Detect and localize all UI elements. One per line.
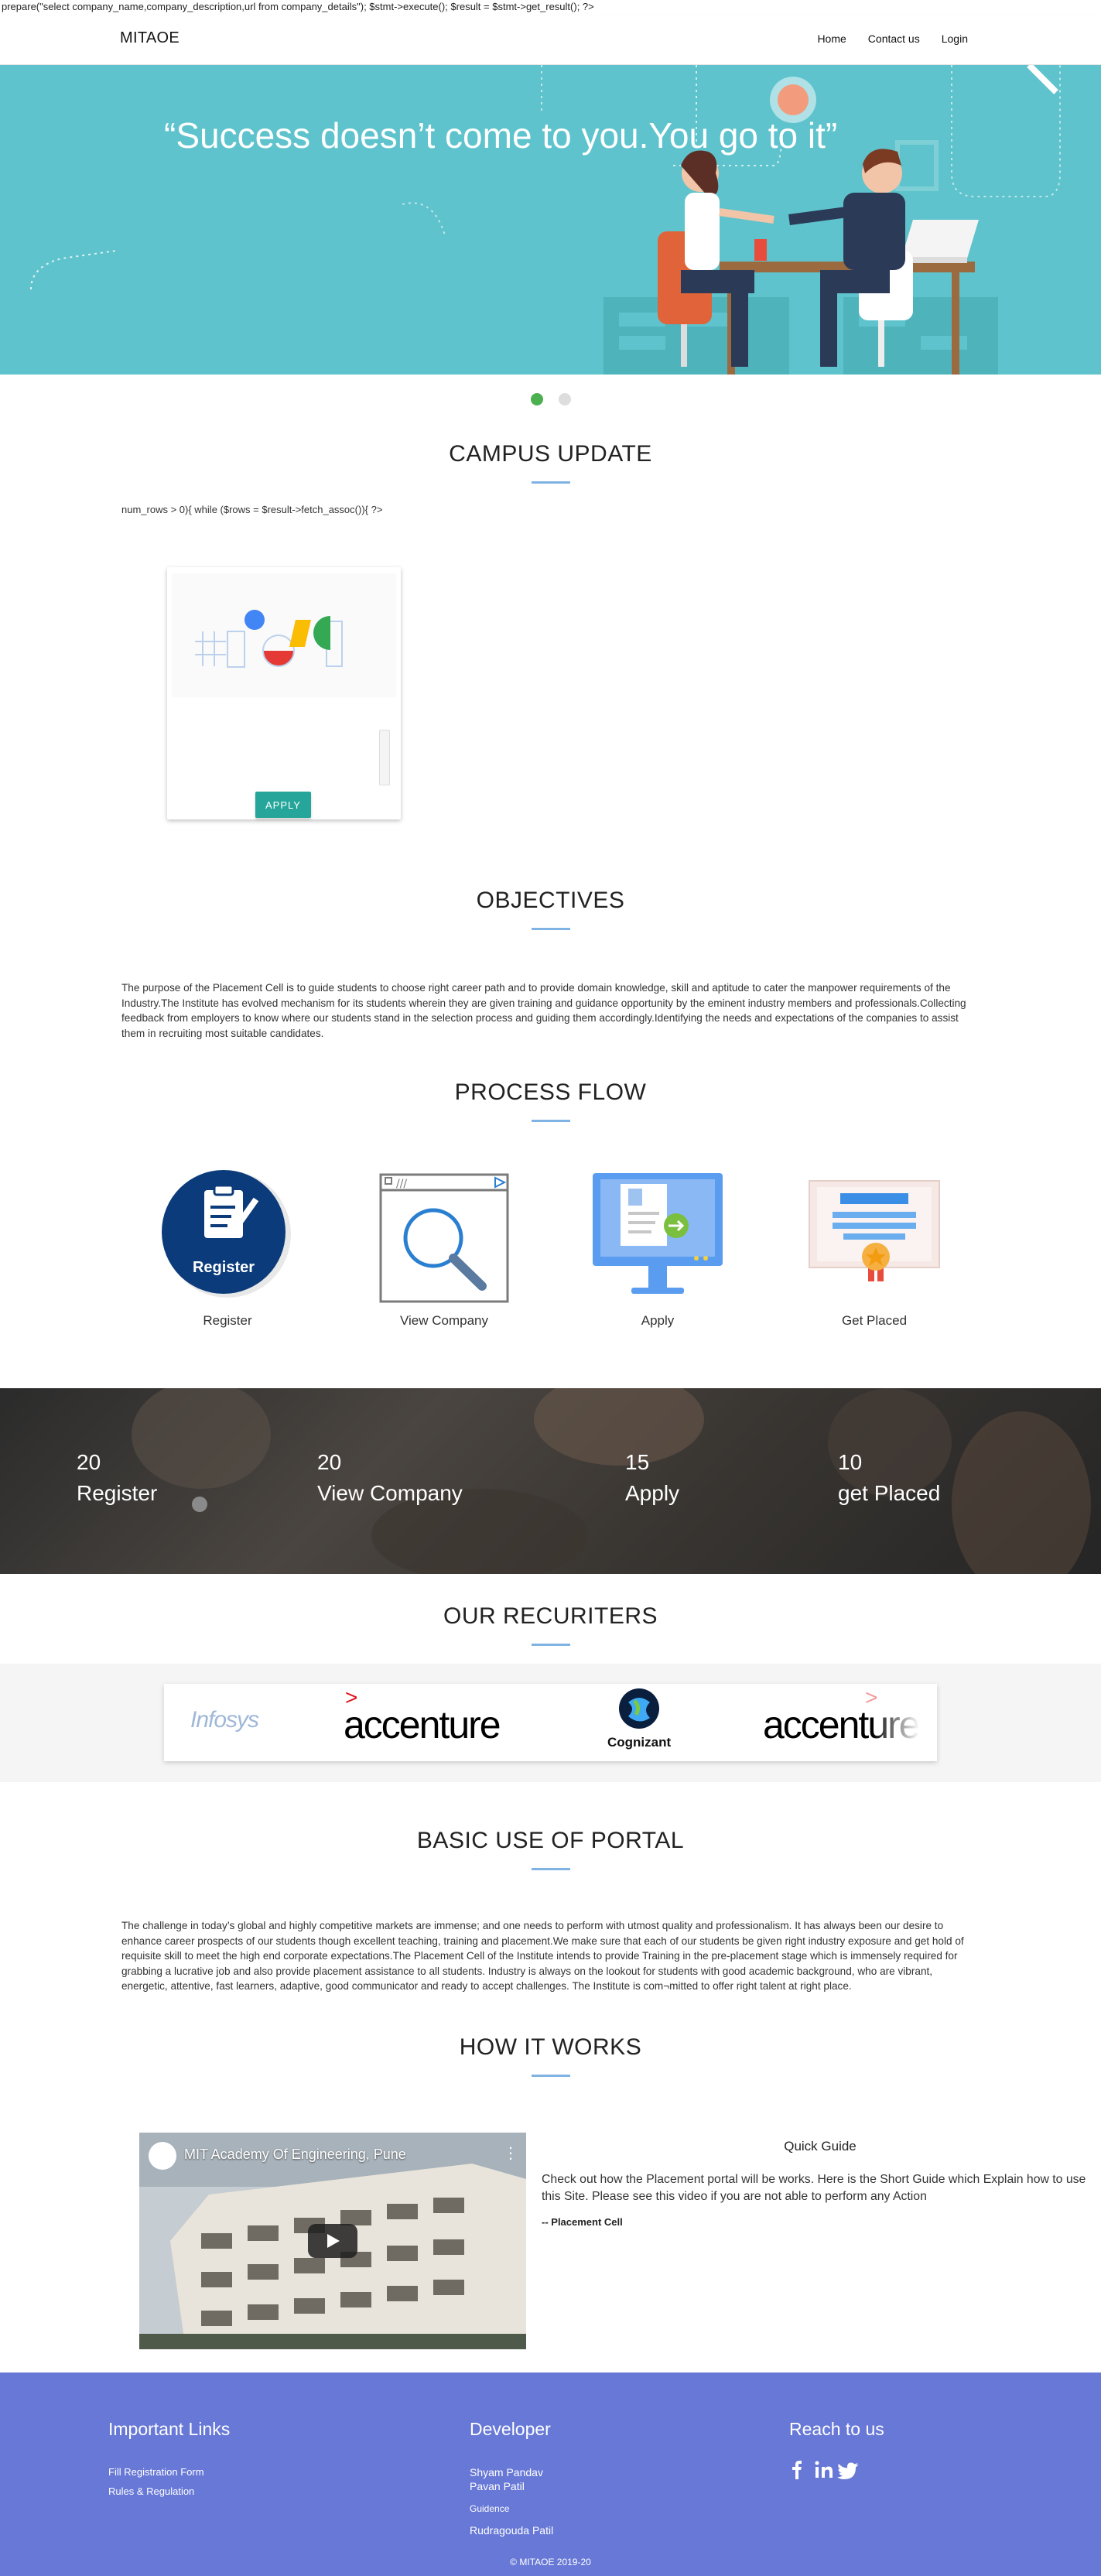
title-underline	[531, 1120, 570, 1122]
footer-link-registration[interactable]: Fill Registration Form	[108, 2466, 204, 2478]
basic-use-header: BASIC USE OF PORTAL	[0, 1828, 1101, 1870]
brand-logo[interactable]: MITAOE	[120, 29, 180, 47]
process-step-register: Register Register	[158, 1168, 297, 1329]
php-loop-text: num_rows > 0){ while ($rows = $result->f…	[121, 504, 383, 515]
developer-name: Shyam Pandav	[470, 2466, 543, 2479]
accenture-logo: accenture	[344, 1703, 501, 1746]
developer-guidance-label: Guidence	[470, 2503, 510, 2514]
title-underline	[531, 928, 570, 930]
title-underline	[531, 481, 570, 484]
nav-contact-link[interactable]: Contact us	[868, 32, 920, 45]
quick-guide: Quick Guide Check out how the Placement …	[542, 2139, 1099, 2228]
process-step-view-company: /// View Company	[374, 1170, 514, 1329]
process-step-label: Register	[203, 1313, 252, 1328]
objectives-text: The purpose of the Placement Cell is to …	[121, 982, 966, 1039]
quick-guide-text: Check out how the Placement portal will …	[542, 2173, 1086, 2203]
linkedin-icon[interactable]	[815, 2461, 833, 2479]
basic-use-text: The challenge in today’s global and high…	[121, 1920, 964, 1993]
process-step-label: Get Placed	[841, 1313, 908, 1328]
hero-quote: “Success doesn’t come to you.You go to i…	[164, 115, 838, 156]
register-badge-icon: Register	[162, 1170, 291, 1298]
hero-illustration	[30, 65, 1061, 375]
stat-number: 20	[77, 1450, 101, 1474]
facebook-icon[interactable]	[792, 2461, 802, 2479]
basic-use-title: BASIC USE OF PORTAL	[416, 1828, 685, 1853]
quick-guide-signature: -- Placement Cell	[542, 2216, 623, 2228]
monitor-apply-icon	[593, 1173, 723, 1294]
google-io-logo	[195, 610, 343, 668]
carousel-dot-2[interactable]	[558, 393, 571, 405]
twitter-icon[interactable]	[837, 2462, 859, 2480]
developer-name: Rudragouda Patil	[470, 2524, 554, 2537]
company-logo-image	[172, 573, 396, 697]
card-scrollbar[interactable]	[379, 730, 390, 785]
copyright-text: © MITAOE 2019-20	[510, 2557, 591, 2567]
process-step-label: Apply	[641, 1313, 675, 1328]
certificate-icon	[809, 1180, 940, 1281]
how-it-works-header: HOW IT WORKS	[0, 2034, 1101, 2077]
hero-carousel: “Success doesn’t come to you.You go to i…	[0, 65, 1101, 375]
carousel-indicators	[0, 375, 1101, 424]
objectives-title: OBJECTIVES	[476, 888, 625, 913]
stats-band: 20 Register 20 View Company 15 Apply 10 …	[0, 1388, 1101, 1574]
stat-number: 20	[317, 1450, 342, 1474]
company-card: APPLY	[167, 567, 401, 819]
play-icon	[327, 2234, 340, 2248]
campus-update-title: CAMPUS UPDATE	[449, 441, 652, 467]
recruiters-title: OUR RECURITERS	[443, 1603, 658, 1629]
navbar: MITAOE Home Contact us Login	[0, 15, 1101, 65]
process-flow-header: PROCESS FLOW	[0, 1079, 1101, 1122]
carousel-dot-1[interactable]	[530, 393, 543, 405]
stat-view-company: 20 View Company	[317, 1450, 463, 1506]
footer-link-rules[interactable]: Rules & Regulation	[108, 2485, 194, 2497]
recruiters-band: Infosys > accenture Cognizant > accentur…	[0, 1664, 1101, 1782]
stat-label: get Placed	[838, 1481, 941, 1505]
play-button[interactable]	[308, 2224, 357, 2258]
nav-links: Home Contact us Login	[817, 32, 968, 45]
more-options-icon[interactable]: ⋮	[503, 2143, 518, 2163]
developer-name: Pavan Patil	[470, 2480, 525, 2492]
browser-search-icon: ///	[379, 1173, 509, 1303]
nav-home-link[interactable]: Home	[817, 32, 846, 45]
stat-register: 20 Register	[77, 1450, 157, 1506]
accenture-logo: accenture	[763, 1703, 921, 1746]
register-icon-label: Register	[193, 1259, 255, 1276]
process-flow-title: PROCESS FLOW	[454, 1079, 647, 1105]
recruiters-header: OUR RECURITERS	[0, 1603, 1101, 1646]
stat-apply: 15 Apply	[625, 1450, 679, 1506]
social-links	[792, 2461, 859, 2480]
title-underline	[531, 1868, 570, 1870]
title-underline	[531, 2075, 570, 2077]
quick-guide-title: Quick Guide	[784, 2139, 857, 2154]
stat-get-placed: 10 get Placed	[838, 1450, 940, 1506]
process-step-get-placed: Get Placed	[805, 1170, 944, 1329]
title-underline	[531, 1644, 570, 1646]
footer-reach-title: Reach to us	[789, 2419, 884, 2439]
process-step-apply: Apply	[588, 1170, 727, 1329]
php-debug-text: prepare("select company_name,company_des…	[2, 1, 594, 12]
recruiters-carousel[interactable]: Infosys > accenture Cognizant > accentur…	[164, 1684, 937, 1761]
stat-label: Apply	[625, 1481, 680, 1505]
infosys-logo: Infosys	[190, 1707, 259, 1733]
channel-avatar[interactable]	[149, 2142, 176, 2170]
stat-number: 10	[838, 1450, 863, 1474]
process-step-label: View Company	[399, 1313, 489, 1328]
footer: Important Links Fill Registration Form R…	[0, 2372, 1101, 2576]
svg-text:///: ///	[396, 1178, 407, 1190]
video-title[interactable]: MIT Academy Of Engineering, Pune	[184, 2147, 406, 2163]
cognizant-globe-icon	[619, 1688, 659, 1729]
stat-number: 15	[625, 1450, 650, 1474]
how-it-works-title: HOW IT WORKS	[459, 2034, 642, 2060]
apply-button[interactable]: APPLY	[255, 792, 311, 818]
footer-developer-title: Developer	[470, 2419, 551, 2439]
nav-login-link[interactable]: Login	[942, 32, 968, 45]
youtube-video-player[interactable]: MIT Academy Of Engineering, Pune ⋮	[139, 2133, 526, 2349]
stat-label: Register	[77, 1481, 158, 1505]
objectives-header: OBJECTIVES	[0, 888, 1101, 930]
cognizant-logo: Cognizant	[607, 1735, 672, 1750]
stat-label: View Company	[317, 1481, 463, 1505]
footer-important-links-title: Important Links	[108, 2419, 231, 2439]
campus-update-header: CAMPUS UPDATE	[0, 441, 1101, 484]
